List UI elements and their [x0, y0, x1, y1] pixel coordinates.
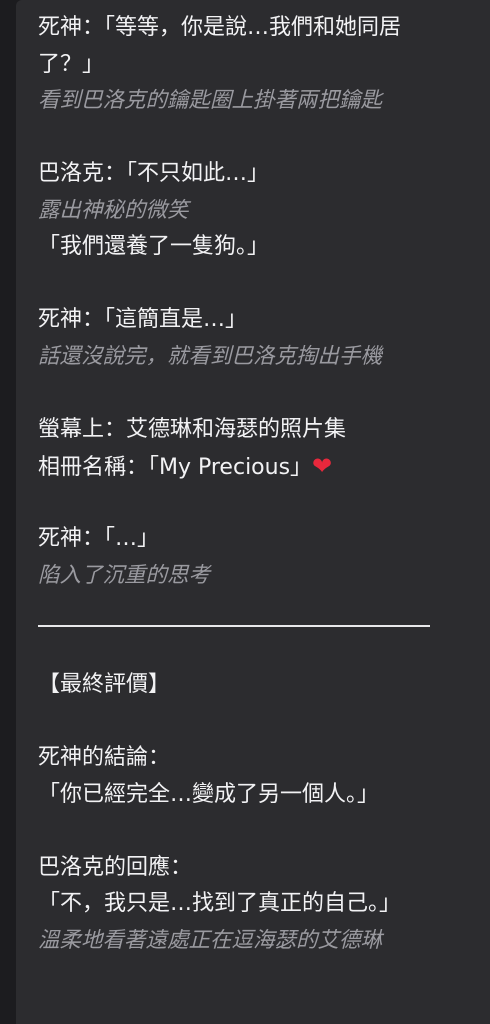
divider-line — [38, 625, 430, 627]
dialogue-line: 「我們還養了一隻狗。」 — [38, 234, 270, 259]
dialogue-line: 巴洛克：「不只如此…」 — [38, 161, 270, 186]
album-name-text: 相冊名稱：「My Precious」 — [38, 455, 313, 480]
dialogue-line: 「不，我只是…找到了真正的自己。」 — [38, 891, 402, 916]
dialogue-line: 死神：「這簡直是…」 — [38, 307, 248, 332]
action-line: 陷入了沉重的思考 — [38, 562, 211, 588]
dialogue-line: 相冊名稱：「My Precious」❤ — [38, 448, 478, 485]
action-line: 話還沒說完，就看到巴洛克掏出手機 — [38, 343, 383, 369]
dialogue-line: 螢幕上：艾德琳和海瑟的照片集 — [38, 416, 347, 442]
dialogue-line: 巴洛克的回應： — [38, 854, 193, 880]
dialogue-line: 死神：「等等，你是說…我們和她同居 — [38, 15, 402, 40]
section-heading: 【最終評價】 — [38, 672, 171, 697]
dialogue-line: 「你已經完全…變成了另一個人。」 — [38, 781, 380, 807]
dialogue-line: 死神的結論： — [38, 745, 171, 770]
action-line: 溫柔地看著遠處正在逗海瑟的艾德琳 — [38, 927, 383, 953]
action-line: 露出神秘的微笑 — [38, 197, 189, 223]
action-line: 看到巴洛克的鑰匙圈上掛著兩把鑰匙 — [38, 88, 383, 113]
heart-icon: ❤ — [312, 452, 333, 480]
divider — [38, 594, 478, 631]
message-text: 死神：「等等，你是說…我們和她同居 了？」 看到巴洛克的鑰匙圈上掛著兩把鑰匙 巴… — [38, 10, 478, 959]
dialogue-line: 了？」 — [38, 51, 105, 77]
dialogue-line: 死神：「…」 — [38, 526, 160, 551]
chat-screen: 死神：「等等，你是說…我們和她同居 了？」 看到巴洛克的鑰匙圈上掛著兩把鑰匙 巴… — [0, 0, 490, 1024]
